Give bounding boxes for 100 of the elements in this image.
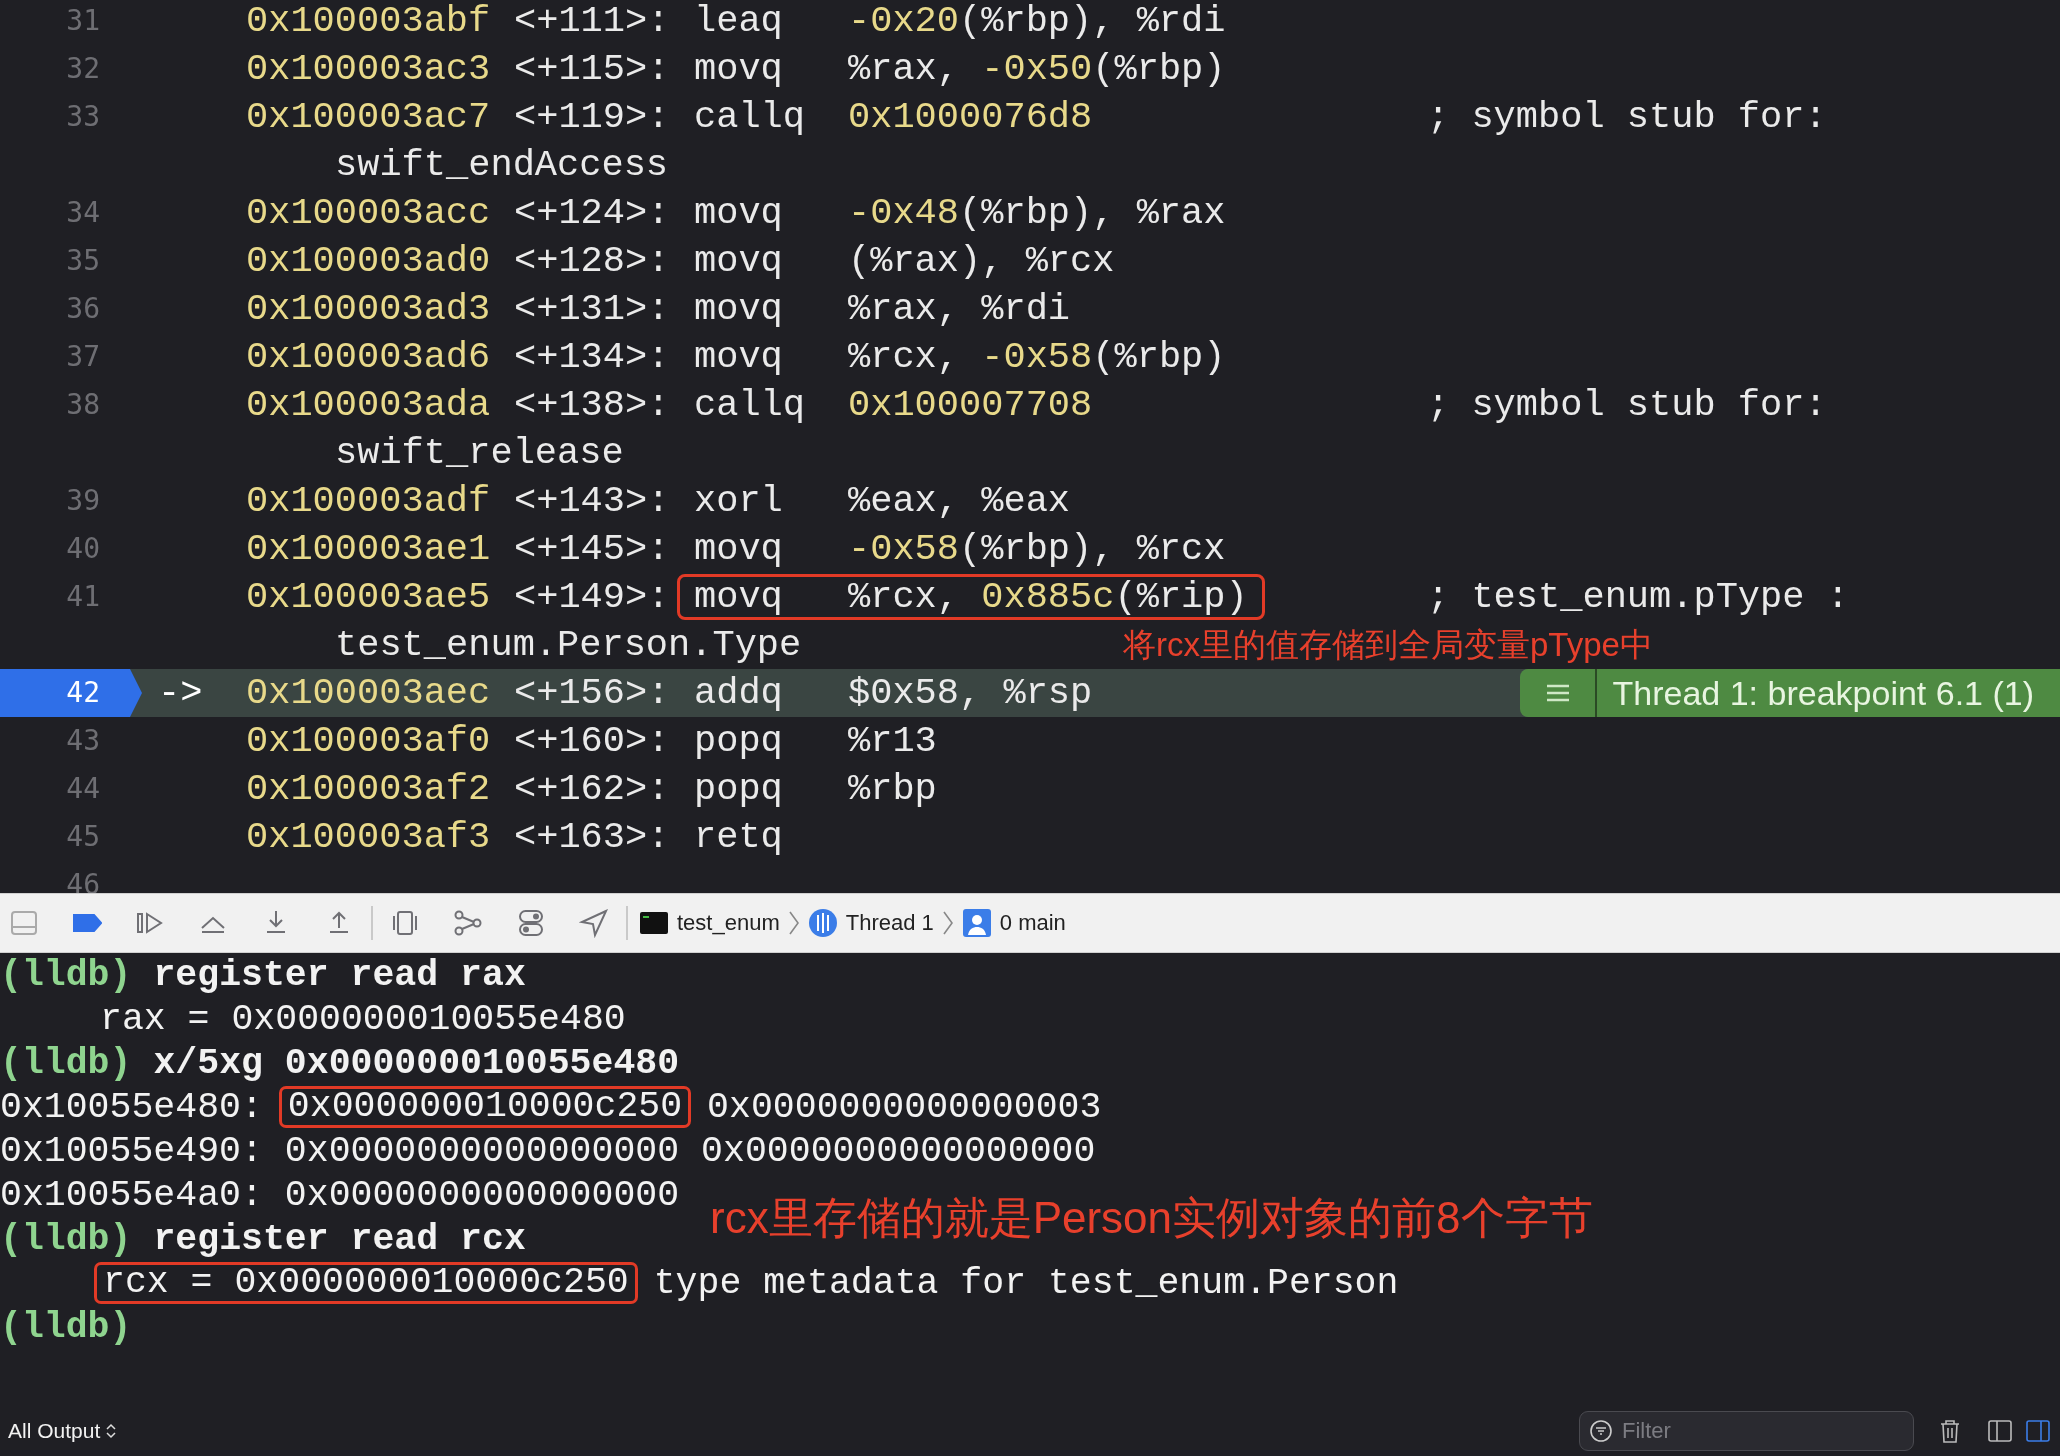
highlight-box: rcx = 0x000000010000c250 [94, 1262, 638, 1304]
instruction-address: 0x100003ad0 [246, 240, 492, 282]
toggles-icon[interactable] [516, 908, 546, 938]
console-prompt: (lldb) [0, 1218, 132, 1260]
console-output: type metadata for test_enum.Person [653, 1262, 1399, 1304]
annotation-text: 将rcx里的值存储到全局变量pType中 [1123, 625, 1653, 665]
instruction-offset: <+143>: [514, 480, 671, 522]
console-output: 0x0000000000000000 [284, 1130, 680, 1172]
instruction-comment: ; test_enum.pType : [1427, 576, 1850, 618]
instruction-text: xorl %eax, %eax [693, 479, 1072, 524]
instruction-offset: <+163>: [514, 816, 671, 858]
instruction-offset: <+115>: [514, 48, 671, 90]
comment-continuation: test_enum.Person.Type [335, 624, 802, 666]
console-output: 0x10055e480: [0, 1086, 263, 1128]
chevron-icon [941, 910, 954, 936]
instruction-address: 0x100003ad3 [246, 288, 492, 330]
instruction-text: leaq -0x20(%rbp), %rdi [693, 0, 1227, 44]
instruction-text: movq %rax, -0x50(%rbp) [693, 47, 1227, 92]
instruction-text: movq (%rax), %rcx [693, 239, 1116, 284]
instruction-address: 0x100003ae1 [246, 528, 492, 570]
line-number: 37 [65, 339, 101, 375]
instruction-offset: <+138>: [514, 384, 671, 426]
line-number: 34 [65, 195, 101, 231]
line-number: 31 [65, 3, 101, 39]
instruction-offset: <+124>: [514, 192, 671, 234]
line-number: 36 [65, 291, 101, 327]
console-output: 0x10055e490: [0, 1130, 263, 1172]
instruction-offset: <+162>: [514, 768, 671, 810]
line-number: 32 [65, 51, 101, 87]
filter-icon [1589, 1419, 1613, 1443]
output-selector[interactable]: All Output [8, 1419, 117, 1443]
split-view-icon[interactable] [1986, 1417, 2014, 1445]
instruction-address: 0x100003ac7 [246, 96, 492, 138]
instruction-offset: <+160>: [514, 720, 671, 762]
instruction-address: 0x100003acc [246, 192, 492, 234]
console-output: 0x0000000000000000 [284, 1174, 680, 1216]
line-number: 42 [0, 669, 142, 717]
instruction-text: callq 0x100007708 [693, 383, 1094, 428]
comment-continuation: swift_endAccess [335, 144, 669, 186]
instruction-address: 0x100003abf [246, 0, 492, 42]
instruction-text: movq %rcx, -0x58(%rbp) [693, 335, 1227, 380]
breadcrumb-item[interactable]: 0 main [999, 910, 1066, 936]
instruction-address: 0x100003ad6 [246, 336, 492, 378]
line-number: 33 [65, 99, 101, 135]
split-view-icon[interactable] [2024, 1417, 2052, 1445]
graph-icon[interactable] [453, 908, 483, 938]
instruction-text: movq -0x48(%rbp), %rax [693, 191, 1227, 236]
instruction-offset: <+145>: [514, 528, 671, 570]
instruction-address: 0x100003adf [246, 480, 492, 522]
breakpoint-badge: Thread 1: breakpoint 6.1 (1) [1519, 669, 2060, 717]
instruction-text: popq %r13 [693, 719, 938, 764]
line-number: 45 [65, 819, 101, 855]
instruction-offset: <+119>: [514, 96, 671, 138]
highlight-box: movq %rcx, 0x885c(%rip) [677, 574, 1265, 620]
line-number: 35 [65, 243, 101, 279]
breadcrumb-item[interactable]: test_enum [677, 910, 780, 936]
instruction-address: 0x100003af0 [246, 720, 492, 762]
thread-icon [807, 908, 838, 938]
line-number: 38 [65, 387, 101, 423]
instruction-text: callq 0x1000076d8 [693, 95, 1094, 140]
annotation-text: rcx里存储的就是Person实例对象的前8个字节 [710, 1192, 1593, 1244]
instruction-text: movq %rax, %rdi [693, 287, 1072, 332]
instruction-comment: ; symbol stub for: [1427, 384, 1828, 426]
instruction-offset: <+131>: [514, 288, 671, 330]
instruction-address: 0x100003ac3 [246, 48, 492, 90]
console-prompt: (lldb) [0, 1042, 132, 1084]
chevron-icon [787, 910, 800, 936]
line-number: 39 [65, 483, 101, 519]
filter-field[interactable]: Filter [1579, 1411, 1914, 1451]
console-command: register read rcx [153, 1218, 526, 1260]
console-prompt: (lldb) [0, 1306, 132, 1348]
highlight-box: 0x000000010000c250 [278, 1086, 692, 1128]
view-hierarchy-icon[interactable] [390, 908, 420, 938]
instruction-address: 0x100003af2 [246, 768, 492, 810]
line-number: 43 [65, 723, 101, 759]
line-number: 41 [65, 579, 101, 615]
instruction-text: addq $0x58, %rsp [693, 671, 1094, 716]
breadcrumb-item[interactable]: Thread 1 [845, 910, 934, 936]
console-output: 0x0000000000000003 [707, 1086, 1102, 1128]
console-output: rax = 0x000000010055e480 [100, 998, 626, 1040]
instruction-offset: <+128>: [514, 240, 671, 282]
console-output: 0x10055e4a0: [0, 1174, 263, 1216]
instruction-text: movq -0x58(%rbp), %rcx [693, 527, 1227, 572]
comment-continuation: swift_release [335, 432, 624, 474]
line-number: 44 [65, 771, 101, 807]
instruction-text: retq [693, 815, 784, 860]
instruction-address: 0x100003aec [246, 672, 492, 714]
line-number: 40 [65, 531, 101, 567]
instruction-offset: <+111>: [514, 0, 671, 42]
instruction-pointer: -> [157, 672, 204, 714]
chevron-icon [106, 1423, 117, 1439]
instruction-address: 0x100003ada [246, 384, 492, 426]
location-icon[interactable] [579, 908, 609, 938]
console-prompt: (lldb) [0, 954, 132, 996]
instruction-comment: ; symbol stub for: [1427, 96, 1828, 138]
instruction-offset: <+134>: [514, 336, 671, 378]
console-command: x/5xg 0x000000010055e480 [153, 1042, 680, 1084]
user-icon [961, 908, 992, 938]
instruction-offset: <+156>: [514, 672, 671, 714]
instruction-offset: <+149>: [514, 576, 671, 618]
